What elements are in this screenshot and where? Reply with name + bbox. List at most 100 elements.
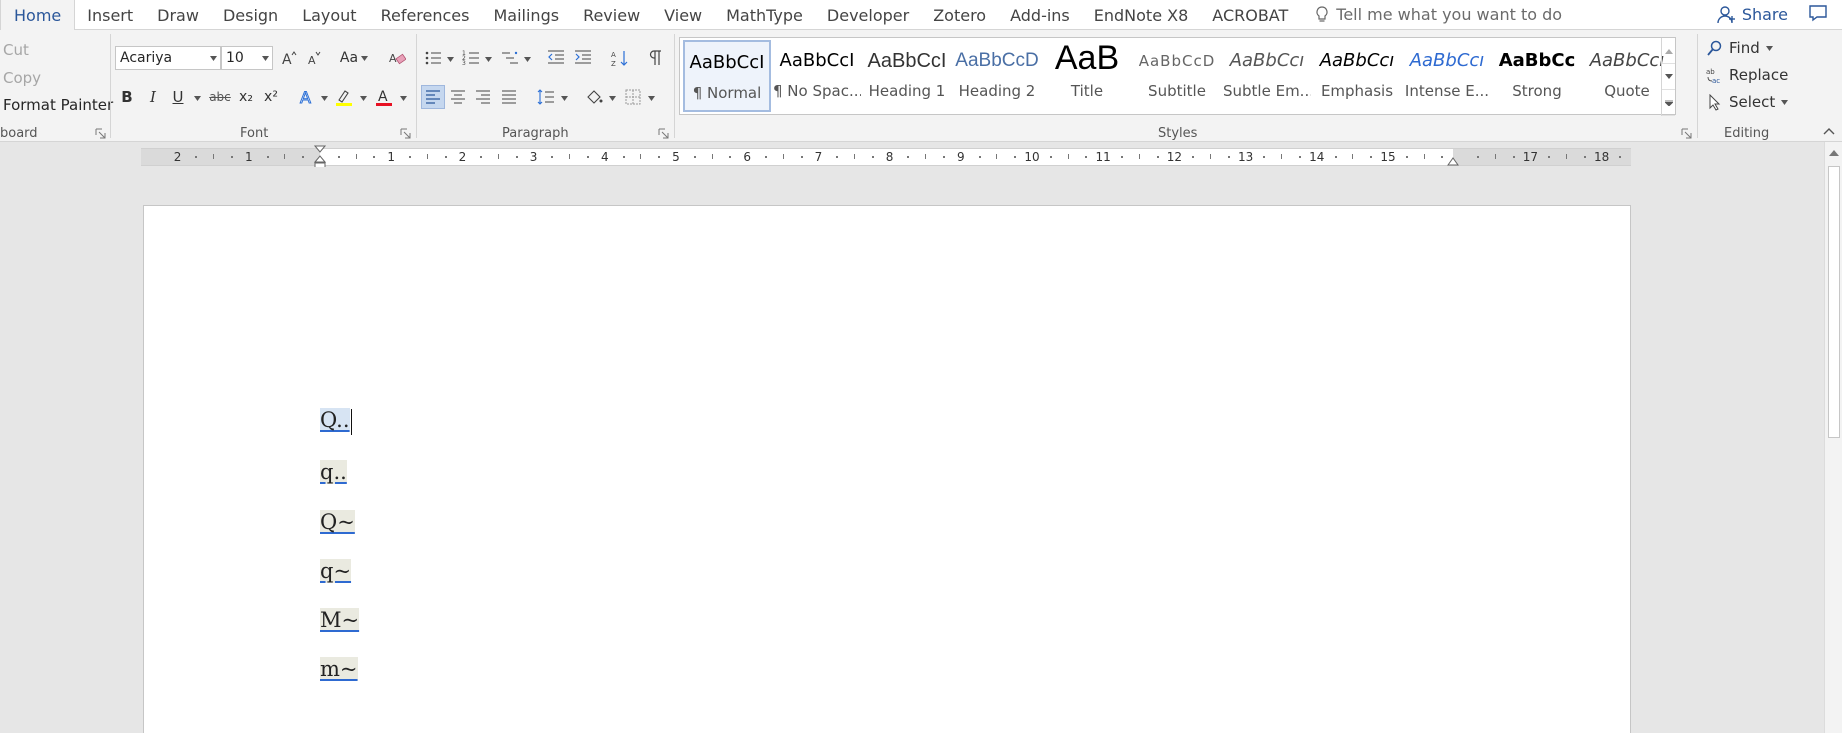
tab-acrobat[interactable]: ACROBAT [1200,0,1300,30]
document-paragraph[interactable]: q.. [320,458,347,486]
multilevel-list-button[interactable] [498,46,522,70]
tab-home[interactable]: Home [0,0,76,30]
shrink-font-button[interactable]: A [302,46,326,70]
italic-button[interactable]: I [141,85,165,109]
show-formatting-button[interactable] [643,46,667,70]
text-effects-button[interactable]: A [295,85,319,109]
tab-review[interactable]: Review [571,0,652,30]
document-canvas[interactable]: Q.. q.. Q~ q~ M~ m~ [0,167,1824,733]
tab-zotero[interactable]: Zotero [921,0,998,30]
style-quote[interactable]: AaBbCcı Quote [1583,40,1671,112]
increase-indent-button[interactable] [571,46,595,70]
copy-button[interactable]: Copy [3,69,41,87]
bold-button[interactable]: B [115,85,139,109]
right-indent-marker-icon[interactable] [1447,155,1459,166]
clipboard-launcher-icon[interactable] [95,128,106,139]
document-paragraph[interactable]: q~ [320,557,352,585]
chevron-down-icon[interactable] [648,96,655,101]
style-subtitle[interactable]: AaBbCcD Subtitle [1133,40,1221,112]
chevron-down-icon[interactable] [447,57,454,62]
grow-font-button[interactable]: A [277,46,301,70]
document-paragraph[interactable]: Q~ [320,508,355,536]
style-name: Strong [1512,82,1562,100]
font-launcher-icon[interactable] [400,128,411,139]
align-right-button[interactable] [471,85,495,109]
chevron-down-icon[interactable] [609,96,616,101]
style-heading-2[interactable]: AaBbCcD Heading 2 [953,40,1041,112]
horizontal-ruler[interactable]: 2 1 1 2 3 4 5 6 7 8 9 10 11 12 13 14 15 17 18 [141,145,1631,170]
collapse-ribbon-icon[interactable] [1822,126,1836,136]
style-no-spacing[interactable]: AaBbCcI ¶ No Spac... [773,40,861,112]
decrease-indent-button[interactable] [544,46,568,70]
styles-launcher-icon[interactable] [1681,128,1692,139]
tab-view[interactable]: View [652,0,714,30]
style-normal[interactable]: AaBbCcI ¶ Normal [683,40,771,112]
numbering-button[interactable]: 123 [459,46,483,70]
paragraph-launcher-icon[interactable] [658,128,669,139]
vertical-scrollbar[interactable] [1824,142,1842,733]
font-color-button[interactable]: A [372,85,396,109]
highlight-button[interactable] [332,85,356,109]
tab-endnote[interactable]: EndNote X8 [1082,0,1201,30]
scroll-thumb[interactable] [1828,166,1840,438]
cut-button[interactable]: Cut [3,41,29,59]
font-size-combo[interactable]: 10 [221,46,273,70]
share-button[interactable]: Share [1716,5,1788,25]
style-intense-emphasis[interactable]: AaBbCcı Intense E... [1403,40,1491,112]
document-paragraph[interactable]: Q.. [320,406,352,435]
style-heading-1[interactable]: AaBbCcI Heading 1 [863,40,951,112]
line-spacing-button[interactable] [534,85,558,109]
document-page[interactable]: Q.. q.. Q~ q~ M~ m~ [143,205,1631,733]
replace-button[interactable]: ab ac Replace [1706,66,1788,84]
style-emphasis[interactable]: AaBbCcı Emphasis [1313,40,1401,112]
shading-button[interactable] [582,85,606,109]
svg-text:Z: Z [611,60,616,67]
chevron-down-icon[interactable] [524,57,531,62]
format-painter-button[interactable]: Format Painter [3,96,113,114]
tab-references[interactable]: References [369,0,482,30]
bullets-button[interactable] [421,46,445,70]
tab-add-ins[interactable]: Add-ins [998,0,1082,30]
chevron-down-icon [1765,45,1773,51]
tab-draw[interactable]: Draw [145,0,211,30]
tell-me-search[interactable]: Tell me what you want to do [1314,0,1562,29]
sort-button[interactable]: AZ [608,46,632,70]
align-left-button[interactable] [421,85,445,109]
select-button[interactable]: Select [1706,93,1789,111]
document-paragraph[interactable]: m~ [320,655,358,683]
font-family-combo[interactable]: Acariya [115,46,221,70]
underline-button[interactable]: U [166,85,190,109]
gallery-down-button[interactable] [1662,64,1675,90]
tab-developer[interactable]: Developer [815,0,921,30]
chevron-down-icon [361,55,369,61]
style-subtle-emphasis[interactable]: AaBbCcı Subtle Em... [1223,40,1311,112]
chevron-down-icon[interactable] [360,96,367,101]
tab-layout[interactable]: Layout [290,0,368,30]
chevron-down-icon[interactable] [561,96,568,101]
tab-insert[interactable]: Insert [75,0,145,30]
chevron-down-icon[interactable] [321,96,328,101]
gallery-up-button[interactable] [1662,38,1675,64]
superscript-button[interactable]: x² [259,85,283,109]
clear-formatting-button[interactable]: A [385,46,409,70]
style-title[interactable]: AaB Title [1043,40,1131,112]
tab-mathtype[interactable]: MathType [714,0,815,30]
strikethrough-button[interactable]: abc [206,85,234,109]
tab-mailings[interactable]: Mailings [481,0,571,30]
chevron-down-icon[interactable] [194,96,201,101]
change-case-button[interactable]: Aa [337,46,371,70]
align-center-button[interactable] [446,85,470,109]
tab-design[interactable]: Design [211,0,290,30]
chevron-down-icon[interactable] [485,57,492,62]
style-strong[interactable]: AaBbCc Strong [1493,40,1581,112]
borders-button[interactable] [621,85,645,109]
ruler-tick-mark [1210,154,1211,159]
comments-button[interactable] [1808,3,1828,27]
document-paragraph[interactable]: M~ [320,606,360,634]
subscript-button[interactable]: x₂ [234,85,258,109]
chevron-down-icon[interactable] [400,96,407,101]
scroll-up-icon[interactable] [1829,148,1839,156]
gallery-more-button[interactable] [1662,90,1675,116]
justify-button[interactable] [497,85,521,109]
find-button[interactable]: Find [1706,39,1773,57]
